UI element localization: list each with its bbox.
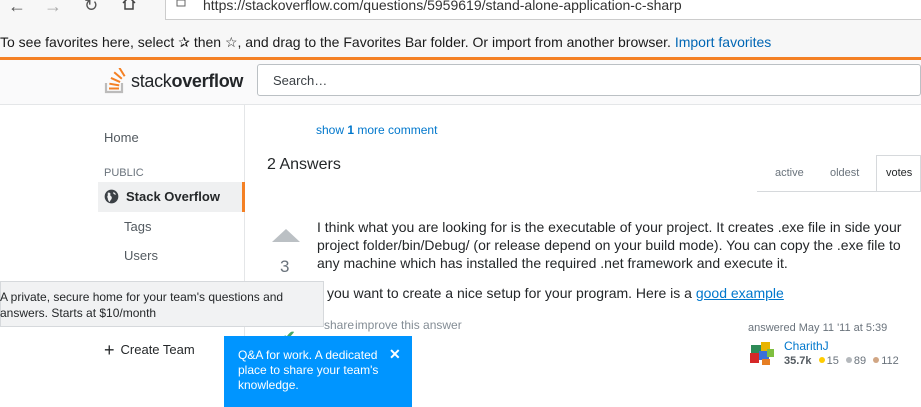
sidebar-section-public: PUBLIC bbox=[104, 167, 144, 179]
refresh-icon[interactable]: ↻ bbox=[84, 0, 98, 16]
silver-badge-icon bbox=[845, 357, 852, 363]
sidebar-item-stack-overflow-label[interactable]: Stack Overflow bbox=[126, 189, 220, 204]
tabs-underline bbox=[757, 191, 921, 192]
forward-icon[interactable]: → bbox=[44, 0, 62, 17]
lock-icon[interactable] bbox=[176, 0, 186, 10]
silver-badge-count: 89 bbox=[853, 355, 867, 367]
create-team-button[interactable]: + Create Team bbox=[104, 340, 195, 361]
logo-wordmark[interactable]: stackoverflow bbox=[131, 71, 243, 92]
globe-icon bbox=[104, 189, 119, 204]
sidebar-item-tags[interactable]: Tags bbox=[124, 219, 151, 234]
back-icon[interactable]: ← bbox=[8, 0, 26, 17]
teams-tooltip-text: A private, secure home for your team's q… bbox=[0, 290, 284, 320]
answers-count-heading: 2 Answers bbox=[267, 156, 341, 173]
user-avatar[interactable] bbox=[748, 339, 776, 367]
logo-text-light: stack bbox=[131, 71, 172, 91]
user-stats: 35.7k 15 89 112 bbox=[784, 355, 899, 367]
share-link[interactable]: share bbox=[324, 318, 354, 332]
answer-paragraph-2-text: you want to create a nice setup for your… bbox=[327, 285, 696, 301]
show-more-prefix: show bbox=[316, 123, 348, 137]
upvote-arrow-icon[interactable] bbox=[272, 229, 300, 242]
user-reputation: 35.7k bbox=[784, 355, 812, 367]
search-box[interactable] bbox=[257, 64, 921, 96]
answered-timestamp: answered May 11 '11 at 5:39 bbox=[748, 322, 888, 334]
address-bar-url[interactable]: https://stackoverflow.com/questions/5959… bbox=[203, 0, 682, 13]
user-name-link[interactable]: CharithJ bbox=[784, 339, 829, 353]
vote-count: 3 bbox=[280, 257, 290, 276]
improve-answer-link[interactable]: improve this answer bbox=[355, 318, 462, 332]
sidebar-item-users[interactable]: Users bbox=[124, 248, 158, 263]
search-input[interactable] bbox=[258, 65, 873, 95]
home-icon[interactable] bbox=[121, 0, 137, 15]
show-more-suffix: more comment bbox=[354, 123, 438, 137]
bronze-badge-count: 112 bbox=[881, 355, 899, 367]
comment-cut-cover bbox=[257, 96, 921, 104]
stackoverflow-logo-icon bbox=[104, 68, 126, 94]
teams-promo-text: Q&A for work. A dedicated place to share… bbox=[238, 348, 379, 392]
show-more-comments-link[interactable]: show 1 more comment bbox=[316, 123, 437, 137]
tab-active[interactable]: active bbox=[775, 167, 804, 179]
answer-body-paragraph-1: I think what you are looking for is the … bbox=[317, 219, 902, 271]
close-icon[interactable]: ✕ bbox=[389, 346, 401, 363]
good-example-link[interactable]: good example bbox=[696, 285, 784, 301]
gold-badge-count: 15 bbox=[826, 355, 839, 367]
sidebar-item-home[interactable]: Home bbox=[104, 130, 139, 145]
create-team-label: Create Team bbox=[120, 342, 195, 357]
favorites-bar-text: To see favorites here, select ✰ then ☆, … bbox=[0, 34, 671, 50]
bronze-badge-icon bbox=[873, 357, 880, 363]
tab-oldest[interactable]: oldest bbox=[830, 167, 859, 179]
plus-icon: + bbox=[104, 340, 115, 360]
tab-votes[interactable]: votes bbox=[886, 167, 912, 179]
gold-badge-icon bbox=[818, 357, 825, 363]
favorites-bar-message: To see favorites here, select ✰ then ☆, … bbox=[0, 34, 771, 51]
logo-text-bold: overflow bbox=[171, 71, 244, 91]
answer-body-paragraph-2: you want to create a nice setup for your… bbox=[327, 285, 784, 301]
import-favorites-link[interactable]: Import favorites bbox=[675, 34, 771, 50]
